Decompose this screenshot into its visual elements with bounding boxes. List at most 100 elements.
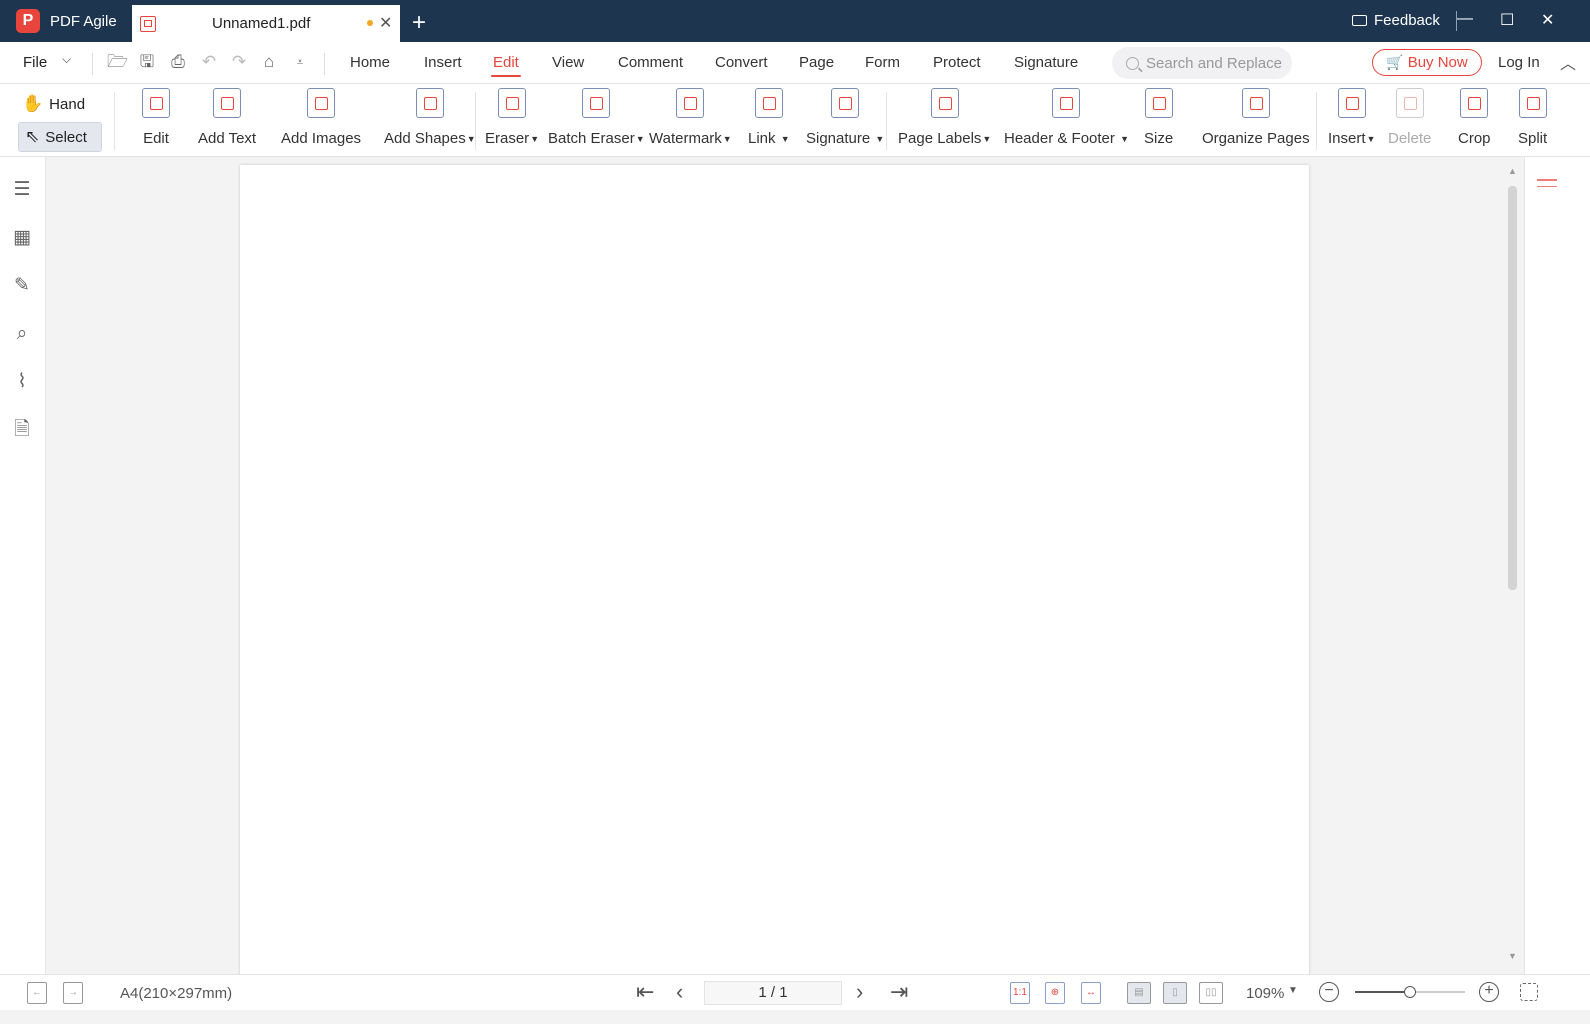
signature-button[interactable]: Signature ▼ [806,88,884,147]
tab-signature[interactable]: Signature [1014,54,1078,71]
print-icon[interactable]: ⎙ [168,52,188,72]
properties-settings-icon[interactable] [1537,179,1557,195]
edit-button[interactable]: Edit [142,88,170,147]
close-window-button[interactable]: ✕ [1541,10,1554,30]
tab-insert[interactable]: Insert [424,54,462,71]
last-page-icon[interactable]: ⇥ [890,979,908,1005]
tab-comment[interactable]: Comment [618,54,683,71]
single-page-icon[interactable]: ▯ [1163,982,1187,1004]
batch-eraser-button[interactable]: Batch Eraser▼ [548,88,645,147]
hand-tool-button[interactable]: ✋ Hand [22,92,85,116]
add-shapes-button[interactable]: Add Shapes▼ [384,88,476,147]
customize-toolbar-icon[interactable]: ⩡ [290,52,310,72]
continuous-scroll-icon[interactable]: ▤ [1127,982,1151,1004]
chevron-down-icon[interactable]: ⌵ [62,52,71,67]
logo-letter: P [22,12,34,29]
menu-icon[interactable]: ☰ [11,179,33,201]
search-and-replace-input[interactable]: Search and Replace [1112,47,1292,79]
size-button[interactable]: Size [1144,88,1173,147]
delete-page-label: Delete [1388,130,1432,147]
signature-icon [831,88,860,118]
tab-edit[interactable]: Edit [491,54,521,77]
annotations-icon[interactable]: ✎ [11,275,33,297]
tab-convert[interactable]: Convert [715,54,768,71]
zoom-level[interactable]: 109% [1246,985,1284,1002]
delete-page-button[interactable]: Delete [1388,88,1431,147]
caret-down-icon: ▼ [722,134,732,145]
search-placeholder: Search and Replace [1146,54,1282,72]
first-page-icon[interactable]: ⇤ [636,979,654,1005]
feedback-label: Feedback [1374,12,1440,29]
minimize-button[interactable]: — [1457,10,1473,28]
search-icon[interactable]: ⌕ [11,323,33,345]
left-sidebar: ☰ ▦ ✎ ⌕ ⌇ 🗎 [0,157,46,974]
split-button[interactable]: Split [1518,88,1547,147]
document-canvas[interactable] [46,157,1524,974]
scroll-up-arrow[interactable]: ▲ [1508,166,1517,176]
previous-view-icon[interactable]: ← [27,982,47,1004]
open-folder-icon[interactable]: 🗁 [107,52,128,72]
page-number-input[interactable]: 1 / 1 [704,981,842,1005]
next-view-icon[interactable]: → [63,982,83,1004]
crop-button[interactable]: Crop [1458,88,1491,147]
fullscreen-icon[interactable] [1520,983,1538,1001]
header-footer-icon [1052,88,1081,118]
link-button[interactable]: Link ▼ [748,88,790,147]
history-icon[interactable]: 🗎 [11,419,33,441]
add-text-label: Add Text [198,130,257,147]
collapse-ribbon-icon[interactable]: ︿ [1560,50,1576,74]
add-images-button[interactable]: Add Images [281,88,361,147]
batch-eraser-label: Batch Eraser [548,130,635,147]
close-tab-icon[interactable]: ✕ [379,13,392,33]
redo-icon[interactable]: ↷ [229,52,249,72]
page-labels-button[interactable]: Page Labels▼ [898,88,991,147]
file-menu[interactable]: File [23,54,47,71]
attachment-icon[interactable]: ⌇ [11,371,33,393]
login-link[interactable]: Log In [1498,54,1540,71]
zoom-slider-thumb[interactable] [1404,986,1416,998]
actual-size-icon[interactable]: 1:1 [1010,982,1030,1004]
tab-page[interactable]: Page [799,54,834,71]
zoom-dropdown-icon[interactable]: ▼ [1288,985,1298,996]
add-text-button[interactable]: Add Text [198,88,256,147]
zoom-in-icon[interactable]: + [1479,982,1499,1002]
watermark-button[interactable]: Watermark▼ [649,88,732,147]
unsaved-indicator [367,20,373,26]
fit-width-icon[interactable]: ↔ [1081,982,1101,1004]
maximize-button[interactable]: ☐ [1500,10,1514,30]
buy-now-button[interactable]: 🛒 Buy Now [1372,49,1482,76]
select-tool-button[interactable]: ⇖ Select [18,122,102,152]
size-icon [1144,88,1173,118]
scroll-down-arrow[interactable]: ▼ [1508,951,1517,961]
insert-page-label: Insert [1328,130,1366,147]
previous-page-icon[interactable]: ‹ [676,979,683,1005]
new-tab-button[interactable]: + [412,9,426,37]
header-footer-label: Header & Footer [1004,130,1115,147]
tab-protect[interactable]: Protect [933,54,981,71]
next-page-icon[interactable]: › [856,979,863,1005]
vertical-scrollbar[interactable] [1508,186,1517,590]
zoom-out-icon[interactable]: − [1319,982,1339,1002]
organize-pages-button[interactable]: Organize Pages [1202,88,1310,147]
undo-icon[interactable]: ↶ [199,52,219,72]
home-icon[interactable]: ⌂ [259,52,279,72]
feedback-button[interactable]: Feedback [1352,12,1440,29]
delete-page-icon [1395,88,1424,118]
tab-form[interactable]: Form [865,54,900,71]
caret-down-icon: ▼ [635,134,645,145]
eraser-button[interactable]: Eraser▼ [485,88,539,147]
save-icon[interactable]: 🖫 [137,52,157,72]
pdf-page[interactable] [240,165,1309,974]
zoom-slider[interactable] [1355,986,1465,998]
tab-home[interactable]: Home [350,54,390,71]
tab-view[interactable]: View [552,54,584,71]
header-footer-button[interactable]: Header & Footer ▼ [1004,88,1129,147]
insert-page-button[interactable]: Insert▼ [1328,88,1375,147]
document-tab[interactable]: Unnamed1.pdf ✕ [132,5,400,42]
paper-size: A4(210×297mm) [120,985,233,1002]
two-page-icon[interactable]: ▯▯ [1199,982,1223,1004]
thumbnails-icon[interactable]: ▦ [11,227,33,249]
right-panel [1524,157,1590,974]
cart-icon: 🛒 [1386,54,1404,70]
fit-page-icon[interactable]: ⊕ [1045,982,1065,1004]
